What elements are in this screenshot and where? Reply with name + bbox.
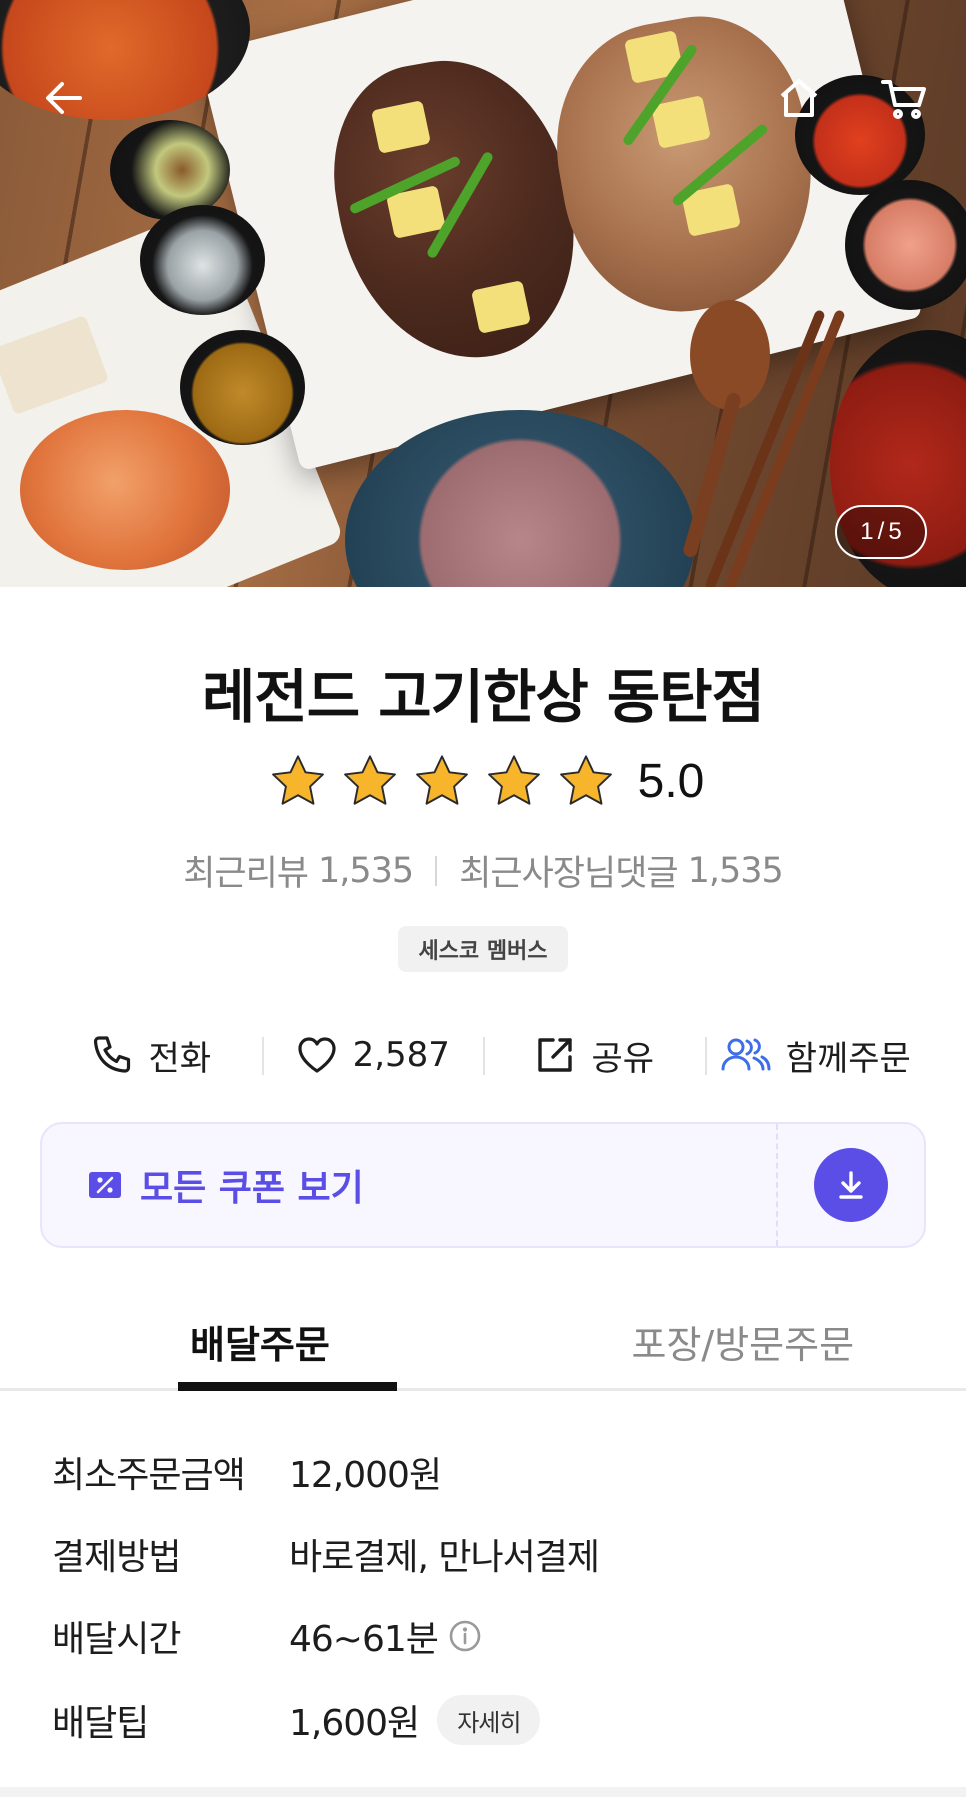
- call-button[interactable]: 전화: [40, 1015, 262, 1095]
- payment-method-row: 결제방법 바로결제, 만나서결제: [52, 1524, 932, 1584]
- phone-icon: [94, 1036, 131, 1073]
- pager-separator: /: [877, 518, 885, 545]
- delivery-time-value: 46~61분: [289, 1619, 439, 1660]
- min-order-label: 최소주문금액: [52, 1455, 246, 1496]
- delivery-time-row: 배달시간 46~61분: [52, 1606, 932, 1666]
- group-order-label: 함께주문: [785, 1038, 911, 1079]
- share-label: 공유: [591, 1038, 655, 1079]
- cart-icon: [881, 80, 926, 119]
- delivery-tip-row: 배달팁 1,600원 자세히: [52, 1690, 932, 1750]
- pager-current: 1: [860, 518, 874, 545]
- star-icon: [343, 755, 396, 805]
- tip-detail-button[interactable]: 자세히: [437, 1695, 541, 1745]
- star-icon: [415, 755, 468, 805]
- home-icon: [780, 79, 818, 117]
- delivery-tip-value: 1,600원: [289, 1703, 420, 1744]
- heart-icon: [297, 1037, 336, 1073]
- group-order-button[interactable]: 함께주문: [704, 1015, 927, 1095]
- kimchi-plate: [20, 410, 230, 570]
- like-button[interactable]: 2,587: [261, 1015, 484, 1095]
- star-icon: [271, 755, 324, 805]
- sauce-bowl: [180, 330, 305, 445]
- view-all-coupons-button[interactable]: 모든 쿠폰 보기: [42, 1124, 778, 1246]
- min-order-row: 최소주문금액 12,000원: [52, 1442, 932, 1502]
- order-type-tabs: 배달주문 포장/방문주문: [0, 1295, 966, 1391]
- store-name: 레전드 고기한상 동탄점: [202, 663, 765, 731]
- pager-total: 5: [888, 518, 902, 545]
- star-icon: [487, 755, 540, 805]
- star-icon: [559, 755, 612, 805]
- photo-pager: 1 / 5: [835, 505, 927, 559]
- store-rating[interactable]: 5.0: [0, 752, 966, 810]
- store-detail-page: 1 / 5 레전드 고기한상 동탄점 5.0 최근리뷰 1,535 최근사장님댓…: [0, 0, 966, 1797]
- cart-button[interactable]: [872, 66, 936, 130]
- coupon-download-button[interactable]: [778, 1124, 924, 1246]
- recent-reviews-label: 최근리뷰: [183, 854, 309, 894]
- store-actions: 전화 2,587 공유 함께주문: [40, 1015, 926, 1095]
- delivery-tip-label: 배달팁: [52, 1703, 149, 1744]
- share-icon: [538, 1038, 573, 1072]
- coupon-icon: [89, 1172, 121, 1198]
- review-summary[interactable]: 최근리뷰 1,535 최근사장님댓글 1,535: [0, 845, 966, 896]
- payment-method-label: 결제방법: [52, 1537, 181, 1578]
- owner-replies-count: 1,535: [687, 850, 784, 891]
- owner-replies-label: 최근사장님댓글: [459, 854, 678, 894]
- delivery-tip-value-wrap: 1,600원 자세히: [289, 1694, 541, 1746]
- delivery-time-label: 배달시간: [52, 1619, 181, 1660]
- divider: [435, 855, 438, 886]
- back-button[interactable]: [32, 66, 96, 130]
- recent-reviews-count: 1,535: [318, 850, 414, 891]
- share-button[interactable]: 공유: [483, 1015, 705, 1095]
- store-hero-photo[interactable]: 1 / 5: [0, 0, 966, 587]
- download-circle: [814, 1148, 888, 1222]
- people-icon: [721, 1038, 771, 1071]
- download-icon: [839, 1171, 863, 1199]
- side-dish-bowl: [845, 180, 966, 310]
- coupon-label: 모든 쿠폰 보기: [140, 1168, 364, 1209]
- delivery-time-value-wrap: 46~61분: [289, 1610, 482, 1662]
- info-icon[interactable]: [448, 1619, 482, 1653]
- arrow-left-icon: [46, 82, 82, 114]
- tab-delivery-order[interactable]: 배달주문: [0, 1295, 525, 1391]
- section-divider: [0, 1787, 966, 1797]
- coupon-banner: 모든 쿠폰 보기: [40, 1122, 926, 1248]
- side-dish-bowl: [140, 205, 265, 315]
- tab-pickup-order[interactable]: 포장/방문주문: [525, 1295, 966, 1388]
- home-button[interactable]: [767, 66, 831, 130]
- payment-method-value: 바로결제, 만나서결제: [289, 1537, 600, 1578]
- call-label: 전화: [148, 1038, 212, 1079]
- like-count: 2,587: [352, 1035, 450, 1075]
- rating-score: 5.0: [637, 754, 705, 808]
- min-order-value: 12,000원: [289, 1455, 442, 1496]
- cesco-member-badge: 세스코 멤버스: [398, 926, 568, 972]
